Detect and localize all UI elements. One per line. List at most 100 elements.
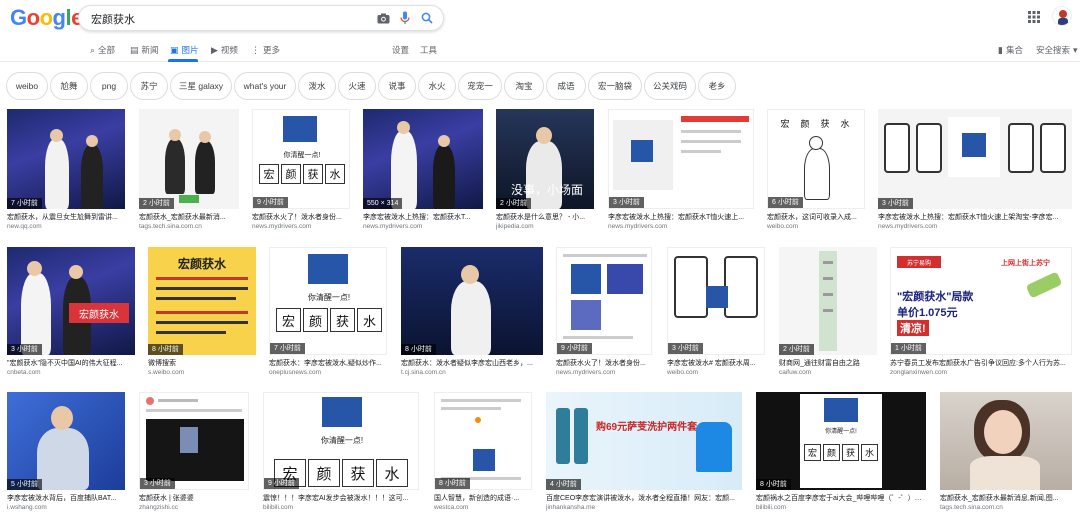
image-result[interactable]: 你清醒一点! 宏 颜 获 水 7 小时前 宏颜获水：李彦宏被泼水,疑似炒作...… (269, 247, 387, 381)
thumbnail[interactable]: 3 小时前 (667, 247, 765, 355)
google-logo[interactable]: Google (10, 5, 83, 31)
result-caption[interactable]: 李彦宏被泼水# 宏颜获水周... (667, 359, 765, 368)
thumbnail[interactable]: 你清醒一点! 宏 颜 获 水 9 小时前 (252, 109, 350, 209)
chip[interactable]: 说事 (378, 72, 416, 100)
chip[interactable]: weibo (6, 72, 48, 100)
thumbnail[interactable]: 宏 颜 获 水 6 小时前 (767, 109, 865, 209)
chip[interactable]: 苏宁 (130, 72, 168, 100)
tab-more[interactable]: ⋮ 更多 (251, 43, 280, 57)
chip[interactable]: 尬舞 (50, 72, 88, 100)
tab-images[interactable]: ▣ 图片 (170, 43, 199, 57)
result-caption[interactable]: 宏颜获水 | 张婆婆 (139, 494, 249, 503)
result-caption[interactable]: 震惊！！！李彦宏AI发步会被泼水！！！这可... (263, 494, 419, 503)
camera-icon[interactable] (375, 10, 391, 26)
chip[interactable]: 水火 (418, 72, 456, 100)
thumbnail[interactable]: 550 × 314 (363, 109, 483, 209)
thumbnail[interactable]: 7 小时前 (7, 109, 125, 209)
chip[interactable]: 淘宝 (504, 72, 544, 100)
result-caption[interactable]: 宏颜获水，这词可收录入成... (767, 213, 865, 222)
image-result[interactable]: 5 小时前 李彦宏被泼水背后，百度捕队BAT... i.wshang.com (7, 392, 125, 514)
thumbnail[interactable]: 3 小时前 (139, 392, 249, 490)
chip[interactable]: 宠宠一 (458, 72, 502, 100)
thumbnail[interactable]: 购69元萨芰洗护两件套 4 小时前 (546, 392, 742, 490)
image-result[interactable]: 宏颜获水 3 小时前 "宏颜获水"隐不灭中国AI的伟大征程... cnbeta.… (7, 247, 135, 381)
image-result[interactable]: 9 小时前 宏颜获水火了！泼水者身份... news.mydrivers.com (556, 247, 652, 381)
thumbnail[interactable] (940, 392, 1072, 490)
result-caption[interactable]: 国人智慧，新创造的成语·... (434, 494, 532, 503)
image-result[interactable]: 3 小时前 李彦宏被泼水上热搜：宏颜获水T恤火速上架淘宝-李彦宏... news… (878, 109, 1072, 235)
thumbnail[interactable]: 你清醒一点! 宏 颜 获 水 7 小时前 (269, 247, 387, 355)
thumbnail[interactable]: 2 小时前 (139, 109, 239, 209)
image-result[interactable]: 3 小时前 宏颜获水 | 张婆婆 zhangzishi.cc (139, 392, 249, 514)
image-result[interactable]: 没事，小场面 2 小时前 宏颜获水是什么意思？ - 小... jikipedia… (496, 109, 594, 235)
thumbnail[interactable]: 2 小时前 (779, 247, 877, 355)
safesearch-menu[interactable]: 安全搜索 ▾ (1036, 43, 1078, 57)
result-caption[interactable]: 李彦宏被泼水上热搜：宏颜获水T... (363, 213, 483, 222)
result-caption[interactable]: 宏颜获水火了！泼水者身份... (556, 359, 652, 368)
chip[interactable]: 公关戏码 (644, 72, 696, 100)
thumbnail[interactable]: 苏宁易购 上网上街上苏宁 "宏颜获水"局款 单价1.075元 清凉! 1 小时前 (890, 247, 1072, 355)
image-result[interactable]: 3 小时前 李彦宏被泼水# 宏颜获水周... weibo.com (667, 247, 765, 381)
image-result[interactable]: 8 小时前 国人智慧，新创造的成语·... westca.com (434, 392, 532, 514)
thumbnail[interactable]: 3 小时前 (878, 109, 1072, 209)
collections-link[interactable]: ▮ 集合 (998, 43, 1023, 57)
thumbnail[interactable]: 8 小时前 (401, 247, 543, 355)
result-caption[interactable]: 苏宁春员工发布宏颜获水广告引争议回应:多个人行为苏... (890, 359, 1072, 368)
image-result[interactable]: 550 × 314 李彦宏被泼水上热搜：宏颜获水T... news.mydriv… (363, 109, 483, 235)
result-caption[interactable]: 宏颜获水_宏颜获水最新消息,新闻,图... (940, 494, 1072, 503)
tools-link[interactable]: 工具 (420, 43, 437, 57)
chip[interactable]: 宏一脑袋 (588, 72, 642, 100)
result-caption[interactable]: 宏颜获水：李彦宏被泼水,疑似炒作... (269, 359, 387, 368)
image-result[interactable]: 购69元萨芰洗护两件套 4 小时前 百度CEO李彦宏演讲被泼水，泼水者全程直播！… (546, 392, 742, 514)
thumbnail[interactable]: 你清醒一点! 宏 颜 获 水 8 小时前 (756, 392, 926, 490)
image-result[interactable]: 3 小时前 李彦宏被泼水上热搜：宏颜获水T恤火速上... news.mydriv… (608, 109, 754, 235)
result-caption[interactable]: 宏颜获水_宏颜获水最新消... (139, 213, 239, 222)
thumbnail[interactable]: 5 小时前 (7, 392, 125, 490)
thumbnail[interactable]: 9 小时前 (556, 247, 652, 355)
result-caption[interactable]: 宏颜获水：泼水者疑似李彦宏山西老乡，... (401, 359, 543, 368)
thumbnail[interactable]: 宏颜获水 8 小时前 (148, 247, 256, 355)
chip[interactable]: what's your (234, 72, 296, 100)
tab-news[interactable]: ▤ 新闻 (130, 43, 159, 57)
image-result[interactable]: 宏颜获水_宏颜获水最新消息,新闻,图... tags.tech.sina.com… (940, 392, 1072, 514)
chip[interactable]: 成语 (546, 72, 586, 100)
thumbnail[interactable]: 3 小时前 (608, 109, 754, 209)
image-result[interactable]: 宏颜获水 8 小时前 微博搜索 s.weibo.com (148, 247, 256, 381)
thumbnail[interactable]: 你清醒一点! 宏 颜 获 水 9 小时前 (263, 392, 419, 490)
settings-link[interactable]: 设置 (392, 43, 409, 57)
search-box[interactable]: 宏颜获水 (78, 5, 444, 31)
image-result[interactable]: 苏宁易购 上网上街上苏宁 "宏颜获水"局款 单价1.075元 清凉! 1 小时前… (890, 247, 1072, 381)
image-result[interactable]: 2 小时前 宏颜获水_宏颜获水最新消... tags.tech.sina.com… (139, 109, 239, 235)
image-result[interactable]: 8 小时前 宏颜获水：泼水者疑似李彦宏山西老乡，... t.cj.sina.co… (401, 247, 543, 381)
chip[interactable]: png (90, 72, 128, 100)
image-result[interactable]: 你清醒一点! 宏 颜 获 水 8 小时前 宏颜祸水之百度李彦宏于ai大会_哔哩哔… (756, 392, 926, 514)
result-caption[interactable]: 宏颜祸水之百度李彦宏于ai大会_哔哩哔哩（゜-゜）つ... (756, 494, 926, 503)
chip[interactable]: 老乡 (698, 72, 736, 100)
avatar[interactable] (1052, 6, 1072, 26)
search-input[interactable]: 宏颜获水 (91, 11, 135, 27)
result-caption[interactable]: 财商网_通往财富自由之路 (779, 359, 877, 368)
chip[interactable]: 火速 (338, 72, 376, 100)
image-result[interactable]: 你清醒一点! 宏 颜 获 水 9 小时前 震惊！！！李彦宏AI发步会被泼水！！！… (263, 392, 419, 514)
chip[interactable]: 泼水 (298, 72, 336, 100)
tab-all[interactable]: ⌕ 全部 (90, 43, 115, 57)
result-caption[interactable]: 百度CEO李彦宏演讲被泼水，泼水者全程直播！网友：宏颜... (546, 494, 742, 503)
search-icon[interactable] (419, 10, 435, 26)
result-caption[interactable]: 李彦宏被泼水上热搜：宏颜获水T恤火速上架淘宝-李彦宏... (878, 213, 1072, 222)
image-result[interactable]: 2 小时前 财商网_通往财富自由之路 caifuw.com (779, 247, 877, 381)
result-caption[interactable]: 李彦宏被泼水背后，百度捕队BAT... (7, 494, 125, 503)
image-result[interactable]: 7 小时前 宏颜获水，从震旦女生尬舞到雷讲... new.qq.com (7, 109, 125, 235)
result-caption[interactable]: 微博搜索 (148, 359, 256, 368)
mic-icon[interactable] (397, 10, 413, 26)
result-caption[interactable]: 宏颜获水是什么意思？ - 小... (496, 213, 594, 222)
result-caption[interactable]: "宏颜获水"隐不灭中国AI的伟大征程... (7, 359, 135, 368)
result-caption[interactable]: 宏颜获水，从震旦女生尬舞到雷讲... (7, 213, 125, 222)
apps-grid-icon[interactable] (1028, 10, 1042, 24)
result-caption[interactable]: 宏颜获水火了！泼水者身份... (252, 213, 350, 222)
result-caption[interactable]: 李彦宏被泼水上热搜：宏颜获水T恤火速上... (608, 213, 754, 222)
thumbnail[interactable]: 8 小时前 (434, 392, 532, 490)
thumbnail[interactable]: 没事，小场面 2 小时前 (496, 109, 594, 209)
tab-videos[interactable]: ▶ 视频 (211, 43, 238, 57)
image-result[interactable]: 你清醒一点! 宏 颜 获 水 9 小时前 宏颜获水火了！泼水者身份... new… (252, 109, 350, 235)
image-result[interactable]: 宏 颜 获 水 6 小时前 宏颜获水，这词可收录入成... weibo.com (767, 109, 865, 235)
